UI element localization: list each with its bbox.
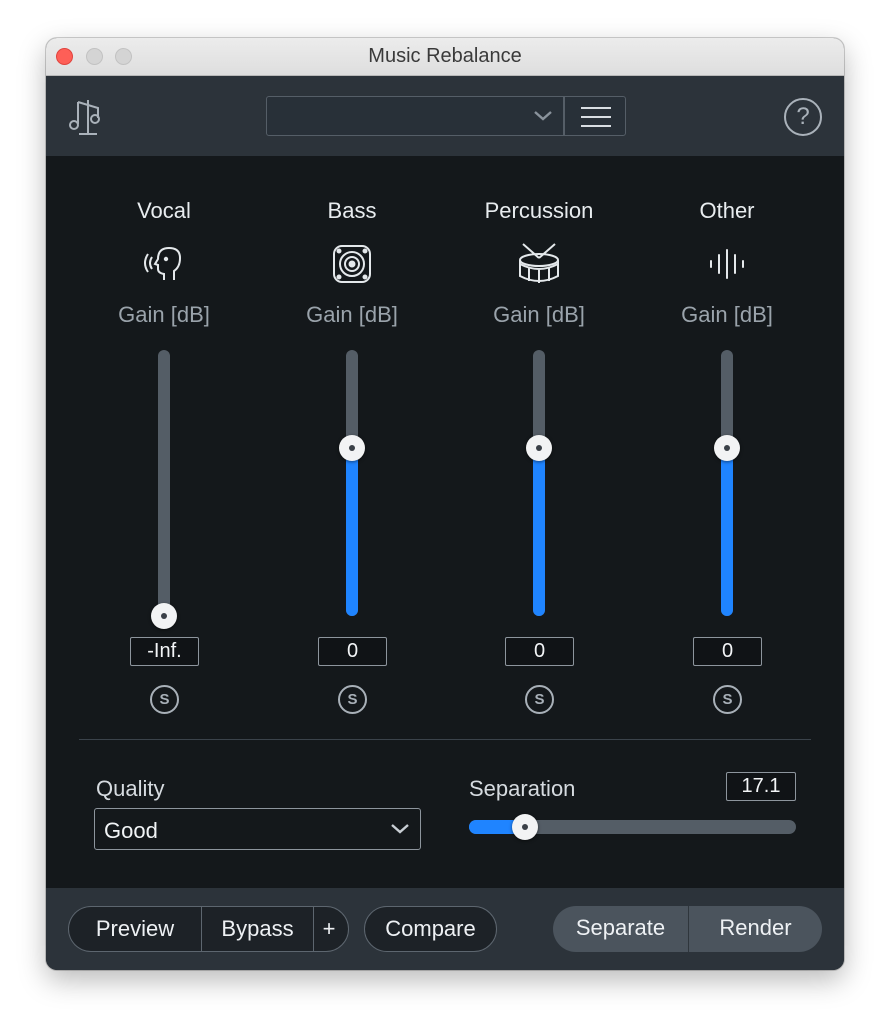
channel-percussion: Percussion Gain [dB] 0 S <box>449 156 629 776</box>
window-title: Music Rebalance <box>368 45 522 67</box>
vocal-head-icon <box>144 246 182 280</box>
bass-solo-button[interactable]: S <box>338 685 367 714</box>
title-bar: Music Rebalance <box>46 38 844 76</box>
gain-label: Gain [dB] <box>493 302 585 327</box>
channel-name: Percussion <box>484 198 594 223</box>
other-gain-value[interactable]: 0 <box>693 637 762 666</box>
section-divider <box>79 739 811 740</box>
channel-name: Other <box>699 198 755 223</box>
preview-button[interactable]: Preview <box>68 906 201 952</box>
chevron-down-icon <box>534 111 552 121</box>
footer-bar: Preview Bypass + Compare Separate Render <box>46 888 844 970</box>
vocal-gain-value[interactable]: -Inf. <box>130 637 199 666</box>
toolbar: ? <box>46 76 844 156</box>
channel-vocal: Vocal Gain [dB] -Inf. S <box>74 156 254 776</box>
bass-gain-fader[interactable] <box>339 350 365 616</box>
vocal-solo-button[interactable]: S <box>150 685 179 714</box>
music-rebalance-window: Music Rebalance ? Vocal Gain [dB] -Inf. … <box>46 38 844 970</box>
compare-button[interactable]: Compare <box>364 906 497 952</box>
fader-handle[interactable] <box>151 603 177 629</box>
percussion-gain-value[interactable]: 0 <box>505 637 574 666</box>
waveform-icon <box>710 249 744 279</box>
channel-bass: Bass Gain [dB] 0 S <box>262 156 442 776</box>
fader-handle[interactable] <box>714 435 740 462</box>
separation-label: Separation <box>469 776 576 801</box>
hamburger-menu-icon <box>581 107 611 109</box>
fader-handle[interactable] <box>339 435 365 462</box>
separation-value[interactable]: 17.1 <box>726 772 796 801</box>
other-gain-fader[interactable] <box>714 350 740 616</box>
fader-fill <box>721 448 733 616</box>
render-button[interactable]: Render <box>688 906 822 952</box>
separation-handle[interactable] <box>511 814 538 840</box>
percussion-solo-button[interactable]: S <box>525 685 554 714</box>
gain-label: Gain [dB] <box>118 302 210 327</box>
quality-label: Quality <box>96 776 165 801</box>
gain-label: Gain [dB] <box>306 302 398 327</box>
gain-label: Gain [dB] <box>681 302 773 327</box>
separate-button[interactable]: Separate <box>553 906 688 952</box>
help-icon[interactable]: ? <box>784 98 822 136</box>
channel-name: Vocal <box>137 198 191 223</box>
bass-gain-value[interactable]: 0 <box>318 637 387 666</box>
chevron-down-icon <box>391 824 409 834</box>
separation-slider[interactable] <box>469 814 796 840</box>
quality-dropdown[interactable]: Good <box>94 808 421 850</box>
channel-other: Other Gain [dB] 0 S <box>637 156 817 776</box>
quality-value: Good <box>104 818 158 843</box>
speaker-icon <box>333 245 371 283</box>
music-rebalance-logo-icon[interactable] <box>68 98 102 136</box>
main-panel: Vocal Gain [dB] -Inf. S Bass Gain [dB] 0… <box>46 156 844 888</box>
channel-name: Bass <box>327 198 377 223</box>
drum-icon <box>519 243 559 283</box>
vocal-gain-fader[interactable] <box>151 350 177 629</box>
fader-fill <box>346 448 358 616</box>
fader-fill <box>533 448 545 616</box>
bypass-button[interactable]: Bypass <box>201 906 313 952</box>
fader-handle[interactable] <box>526 435 552 462</box>
preset-dropdown[interactable] <box>266 96 564 136</box>
percussion-gain-fader[interactable] <box>526 350 552 616</box>
other-solo-button[interactable]: S <box>713 685 742 714</box>
preset-menu-button[interactable] <box>564 96 626 136</box>
add-bypass-button[interactable]: + <box>313 906 349 952</box>
